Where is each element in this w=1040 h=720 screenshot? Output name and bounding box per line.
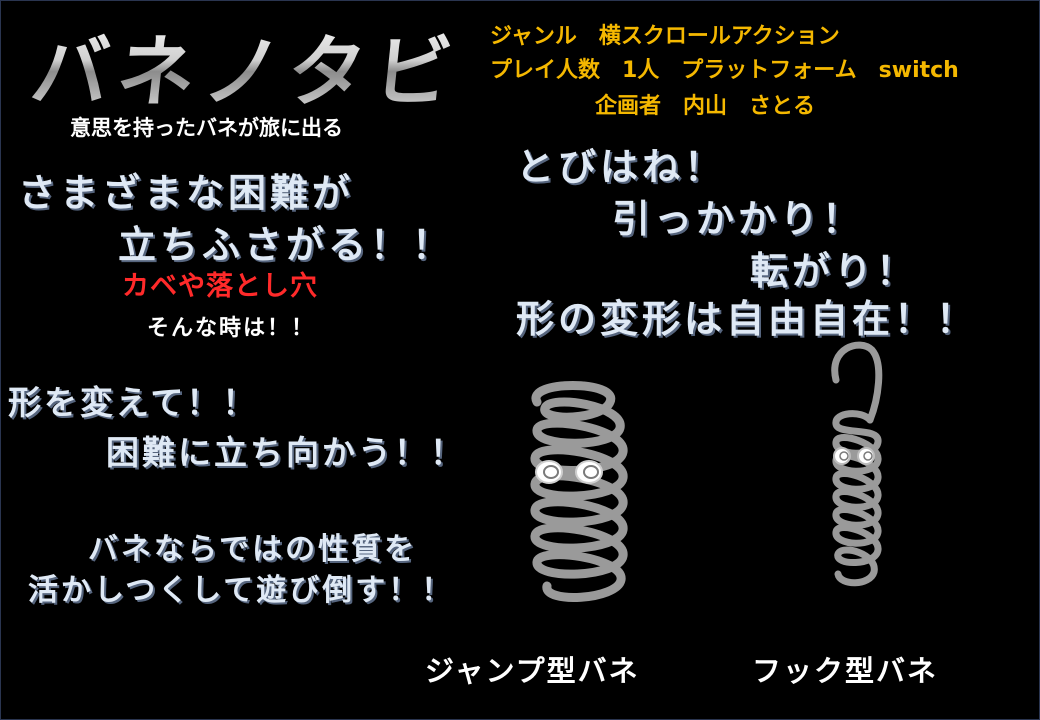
hook-spring-label: フック型バネ [752,654,939,688]
game-title-logo: バネノタビ [26,10,466,122]
obstacles-example: カベや落とし穴 [122,271,318,302]
jump-spring-illustration [530,381,628,602]
concept-line-2: 活かしつくして遊び倒す！！ [28,573,455,608]
transform-heading-2: 困難に立ち向かう！！ [106,433,466,472]
then-text: そんな時は！！ [147,316,316,341]
tagline: 意思を持ったバネが旅に出る [70,116,343,140]
action-transform: 形の変形は自由自在！！ [516,297,979,341]
action-hook: 引っかかり！ [612,197,865,241]
players-platform-line: プレイ人数 1人 プラットフォーム switch [490,58,959,83]
planner-line: 企画者 内山 さとる [595,94,816,119]
obstacles-heading-2: 立ちふさがる！！ [118,223,455,267]
concept-line-1: バネならではの性質を [88,532,418,567]
hook-spring-illustration [831,341,883,587]
jump-spring-label: ジャンプ型バネ [425,654,640,688]
action-roll: 転がり！ [750,249,919,293]
action-jump: とびはね！ [516,145,727,189]
genre-line: ジャンル 横スクロールアクション [490,24,840,49]
transform-heading-1: 形を変えて！！ [8,383,259,422]
obstacles-heading-1: さまざまな困難が [18,171,355,215]
